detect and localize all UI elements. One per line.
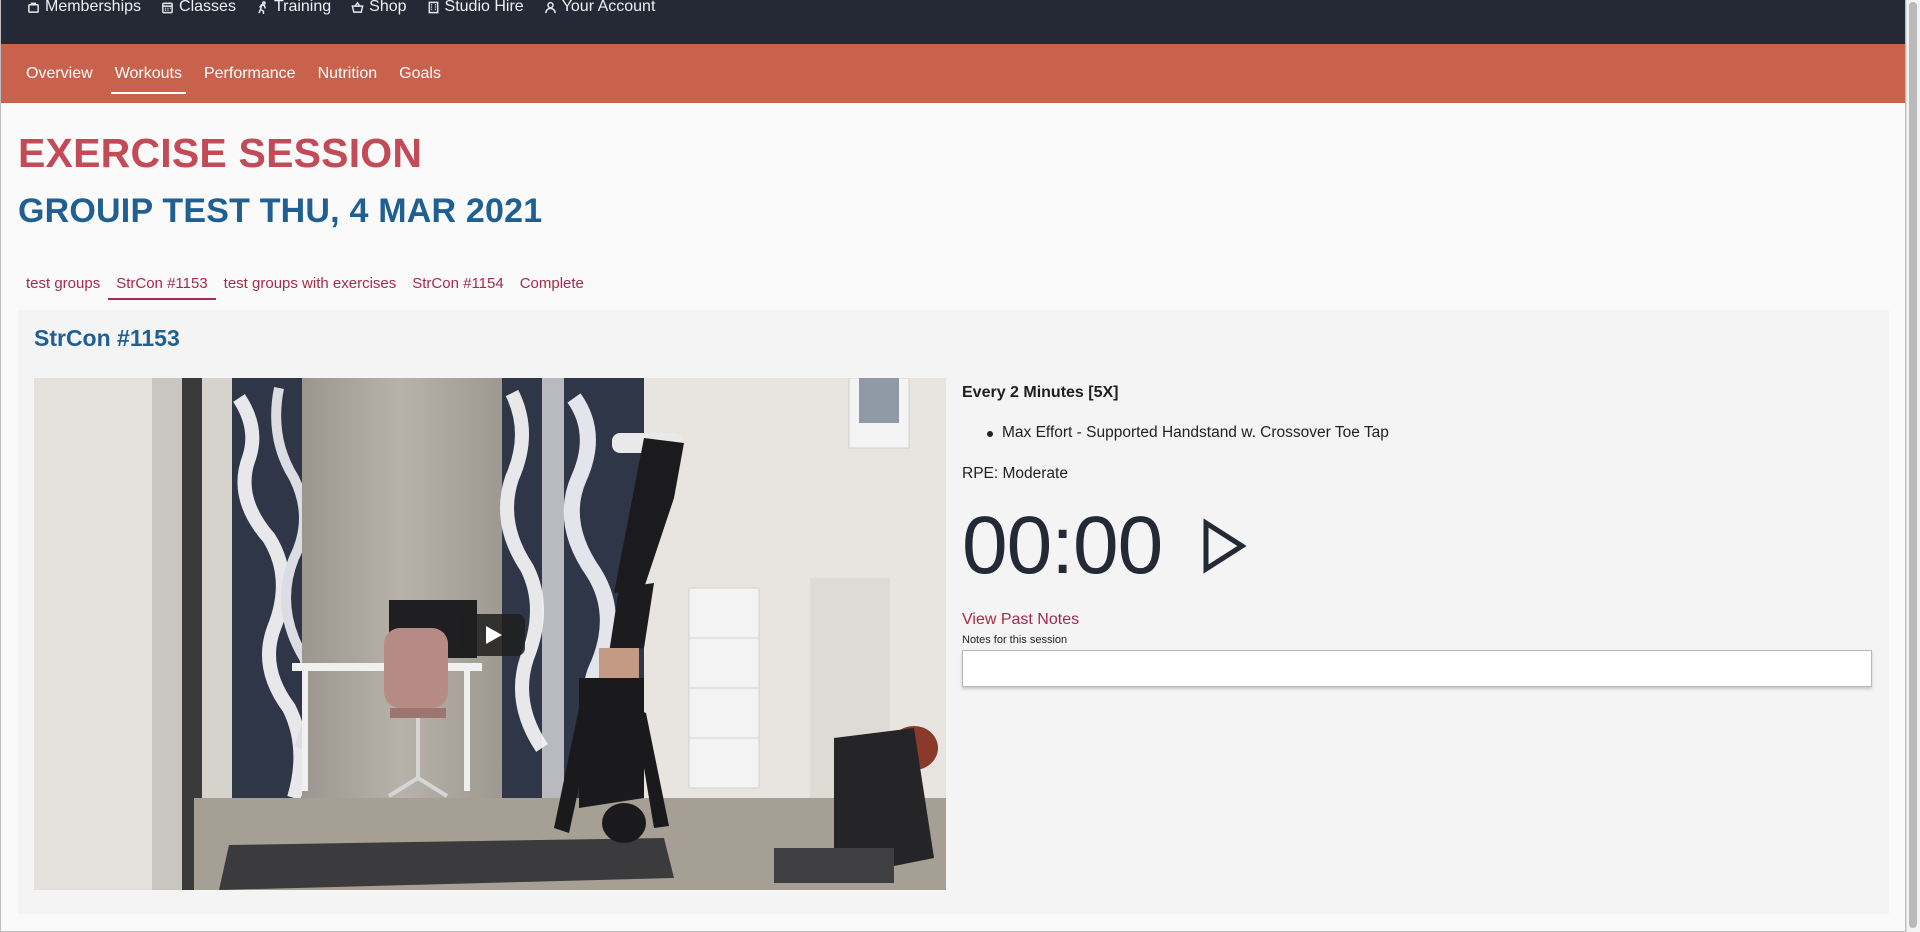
session-title: GROUIP TEST THU, 4 MAR 2021 — [18, 192, 543, 230]
subnav-overview[interactable]: Overview — [15, 44, 104, 103]
subnav-workouts[interactable]: Workouts — [104, 44, 193, 103]
app-frame: Memberships Classes Training Shop Studio… — [0, 0, 1906, 932]
nav-shop-label: Shop — [369, 0, 407, 15]
basket-icon — [351, 1, 364, 13]
session-panel: StrCon #1153 Every 2 Minutes [5X] Max Ef… — [18, 310, 1889, 914]
nav-memberships-label: Memberships — [45, 0, 142, 15]
tab-test-groups[interactable]: test groups — [18, 266, 108, 300]
timer-row: 00:00 — [962, 501, 1872, 591]
panel-title: StrCon #1153 — [34, 325, 180, 351]
rpe-label: RPE: Moderate — [962, 465, 1068, 482]
exercise-video[interactable] — [34, 378, 946, 890]
page-title: EXERCISE SESSION — [18, 130, 423, 176]
subnav-performance[interactable]: Performance — [193, 44, 307, 103]
building-icon — [428, 1, 438, 13]
session-tabs: test groups StrCon #1153 test groups wit… — [18, 266, 592, 300]
nav-classes-label: Classes — [179, 0, 236, 15]
nav-training[interactable]: Training — [256, 0, 331, 17]
nav-memberships[interactable]: Memberships — [27, 0, 141, 17]
tab-strcon-1154[interactable]: StrCon #1154 — [404, 266, 511, 300]
subnav-goals[interactable]: Goals — [388, 44, 452, 103]
nav-classes[interactable]: Classes — [161, 0, 236, 17]
nav-shop[interactable]: Shop — [351, 0, 407, 17]
nav-your-account[interactable]: Your Account — [544, 0, 656, 17]
list-item: Max Effort - Supported Handstand w. Cros… — [987, 424, 1872, 442]
scrollbar-thumb[interactable] — [1909, 2, 1917, 928]
nav-training-label: Training — [273, 0, 332, 15]
tab-strcon-1153[interactable]: StrCon #1153 — [108, 266, 217, 300]
subnav-nutrition[interactable]: Nutrition — [307, 44, 389, 103]
view-past-notes-link[interactable]: View Past Notes — [962, 611, 1872, 629]
play-icon[interactable] — [1200, 518, 1248, 574]
top-nav: Memberships Classes Training Shop Studio… — [1, 0, 1905, 44]
notes-label: Notes for this session — [962, 634, 1068, 646]
nav-studio-hire-label: Studio Hire — [444, 0, 524, 15]
tab-complete[interactable]: Complete — [512, 266, 592, 300]
play-video-icon[interactable] — [461, 614, 525, 656]
nav-your-account-label: Your Account — [561, 0, 656, 15]
interval-label: Every 2 Minutes [5X] — [962, 384, 1119, 401]
bag-icon — [28, 2, 39, 13]
calendar-icon — [162, 1, 173, 13]
running-icon — [258, 0, 266, 14]
exercise-details: Every 2 Minutes [5X] Max Effort - Suppor… — [962, 373, 1872, 687]
nav-studio-hire[interactable]: Studio Hire — [427, 0, 524, 17]
session-timer: 00:00 — [962, 500, 1163, 591]
session-notes-input[interactable] — [962, 650, 1872, 687]
sub-nav: Overview Workouts Performance Nutrition … — [1, 44, 1905, 103]
exercise-list: Max Effort - Supported Handstand w. Cros… — [962, 424, 1872, 442]
user-icon — [544, 1, 556, 13]
scrollbar[interactable] — [1906, 0, 1920, 932]
tab-test-groups-with-exercises[interactable]: test groups with exercises — [216, 266, 405, 300]
